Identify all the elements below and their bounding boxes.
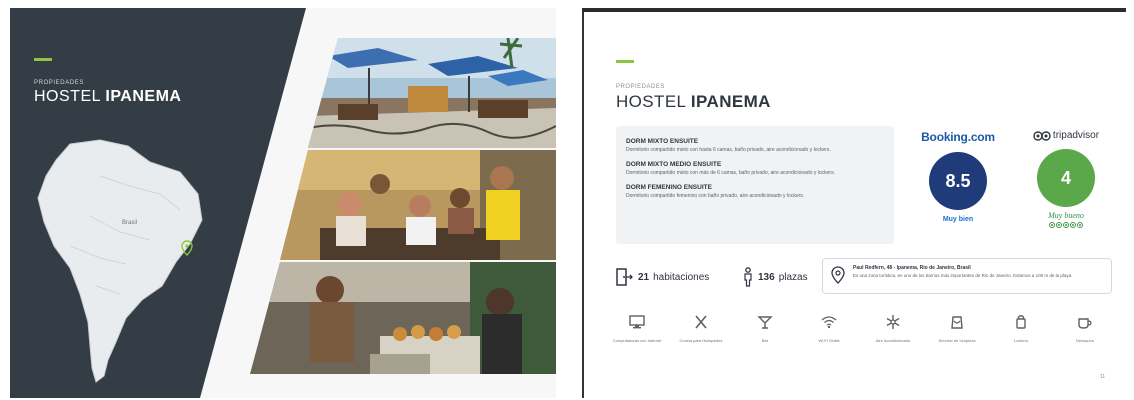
tripadvisor-brand: tripadvisor — [1052, 130, 1100, 141]
amenity-breakfast: Desayuno — [1056, 314, 1114, 343]
room-desc: Dormitorio compartido femenino con baño … — [626, 192, 805, 199]
address-box: Paul Redfern, 48 - Ipanema, Rio de Janei… — [822, 258, 1112, 294]
amenity-label: Bar — [761, 338, 769, 343]
booking-rating: Booking.com 8.5 Muy bien — [914, 130, 1002, 223]
amenity-bar: Bar — [736, 314, 794, 343]
south-america-map: Brasil — [37, 139, 203, 383]
amenity-label: Lockers — [1013, 338, 1028, 343]
amenity-label: Servicio de Limpieza — [938, 338, 976, 343]
beds-label: plazas — [778, 271, 808, 283]
kitchen-icon — [695, 315, 707, 329]
beds-stat: 136 plazas — [742, 267, 808, 287]
ac-icon — [886, 315, 900, 329]
amenity-label: Computadoras con Internet — [612, 338, 662, 343]
owl-icon — [1033, 130, 1051, 141]
amenity-label: Desayuno — [1075, 338, 1094, 343]
page-number: 11 — [1100, 374, 1106, 380]
title-bold: IPANEMA — [690, 92, 771, 111]
amenity-lockers: Lockers — [992, 314, 1050, 343]
rating-dot-icon — [1063, 222, 1069, 228]
presentation-spread: PROPIEDADES HOSTEL IPANEMA Brasil PROPIE… — [0, 0, 1134, 400]
photo-guests-table — [280, 150, 556, 260]
map-pin-icon — [831, 266, 845, 284]
computer-icon — [629, 315, 645, 329]
amenity-computers: Computadoras con Internet — [608, 314, 666, 343]
rooms-count: 21 — [638, 271, 650, 283]
address-sub: Es una zona turística, en uno de los bar… — [853, 273, 1073, 278]
photo-buffet — [250, 262, 556, 374]
accent-bar — [34, 58, 52, 61]
rooms-stat: 21 habitaciones — [614, 267, 709, 287]
title-light: HOSTEL — [616, 92, 686, 111]
amenities-row: Computadoras con Internet Cocina para Hu… — [608, 314, 1114, 343]
tripadvisor-verdict: Muy bueno — [1048, 211, 1084, 220]
booking-verdict: Muy bien — [942, 216, 974, 223]
tripadvisor-rating: tripadvisor 4 Muy bueno — [1022, 130, 1110, 228]
rating-dot-icon — [1070, 222, 1076, 228]
page-title: HOSTEL IPANEMA — [34, 88, 181, 106]
amenity-cleaning: Servicio de Limpieza — [928, 314, 986, 343]
rating-dot-icon — [1077, 222, 1083, 228]
section-kicker: PROPIEDADES — [34, 80, 84, 86]
bar-icon — [757, 316, 773, 329]
room-desc: Dormitorio compartido mixto con hasta 6 … — [626, 147, 831, 153]
section-kicker: PROPIEDADES — [616, 84, 665, 90]
room-item: DORM MIXTO ENSUITE Dormitorio compartido… — [626, 138, 884, 154]
title-bold: IPANEMA — [105, 88, 182, 105]
room-item: DORM MIXTO MEDIO ENSUITE Dormitorio comp… — [626, 161, 884, 177]
page-title: HOSTEL IPANEMA — [616, 92, 771, 112]
amenity-wifi: Wi-Fi Gratis — [800, 314, 858, 343]
tripadvisor-logo: tripadvisor — [1022, 130, 1110, 141]
booking-logo: Booking.com — [921, 130, 995, 144]
door-icon — [616, 268, 633, 286]
amenity-kitchen: Cocina para Huéspedes — [672, 314, 730, 343]
booking-score: 8.5 — [929, 152, 987, 210]
rating-dots — [1022, 222, 1110, 228]
rooms-label: habitaciones — [653, 271, 710, 283]
beds-count: 136 — [758, 271, 775, 283]
wifi-icon — [821, 316, 837, 329]
room-desc: Dormitorio compartido mixto con más de 6… — [626, 169, 835, 176]
room-name: DORM MIXTO MEDIO ENSUITE — [626, 160, 722, 168]
right-slide: PROPIEDADES HOSTEL IPANEMA DORM MIXTO EN… — [582, 8, 1126, 398]
amenity-label: Cocina para Huéspedes — [679, 338, 723, 343]
map-label: Brasil — [122, 220, 137, 226]
left-slide: PROPIEDADES HOSTEL IPANEMA Brasil — [10, 8, 556, 398]
room-name: DORM MIXTO ENSUITE — [626, 138, 699, 145]
address-main: Paul Redfern, 48 - Ipanema, Rio de Janei… — [853, 265, 971, 271]
amenity-label: Wi-Fi Gratis — [818, 338, 840, 343]
rating-dot-icon — [1049, 222, 1055, 228]
locker-icon — [1016, 315, 1026, 329]
room-name: DORM FEMENINO ENSUITE — [626, 183, 712, 191]
photo-beach-kiosk — [308, 38, 556, 148]
amenity-label: Aire Acondicionado — [875, 338, 911, 343]
rooms-list: DORM MIXTO ENSUITE Dormitorio compartido… — [616, 126, 894, 244]
tripadvisor-score: 4 — [1037, 149, 1095, 207]
room-item: DORM FEMENINO ENSUITE Dormitorio compart… — [626, 184, 884, 200]
title-light: HOSTEL — [34, 88, 101, 105]
amenity-ac: Aire Acondicionado — [864, 314, 922, 343]
breakfast-icon — [1078, 318, 1092, 329]
person-icon — [744, 267, 752, 287]
rating-dot-icon — [1056, 222, 1062, 228]
accent-bar — [616, 60, 634, 63]
laundry-icon — [951, 316, 963, 329]
